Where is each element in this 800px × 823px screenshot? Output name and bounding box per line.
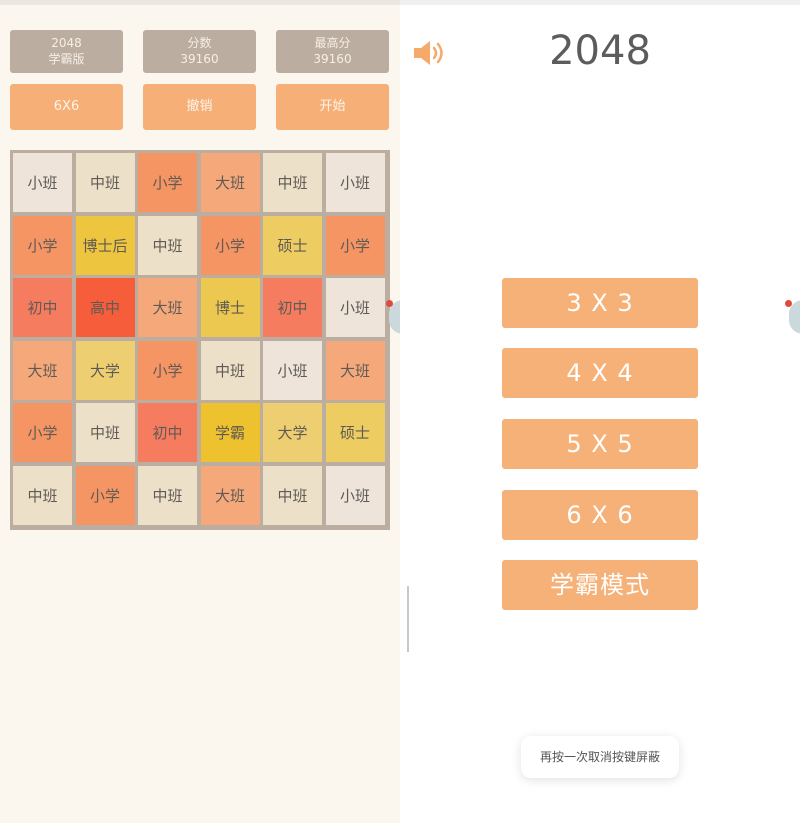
board-tile: 学霸 (200, 403, 260, 462)
board-tile: 小班 (325, 278, 385, 337)
board-tile: 大班 (13, 340, 72, 400)
speaker-icon[interactable] (412, 38, 448, 68)
mode-3x3-button[interactable]: 3 X 3 (502, 278, 698, 328)
game-title-number: 2048 (51, 36, 82, 50)
game-edition: 学霸版 (48, 52, 85, 66)
best-score-value: 39160 (313, 52, 352, 66)
board-tile: 大班 (325, 340, 385, 400)
score-value: 39160 (180, 52, 219, 66)
notification-dot (785, 300, 792, 307)
board-tile: 初中 (263, 278, 322, 337)
game-board[interactable]: 小班 中班 小学 大班 中班 小班 小学 博士后 中班 小学 硕士 小学 初中 高中 大班 博士 初中 小班 大班大… (10, 150, 390, 530)
board-tile: 小班 (325, 153, 385, 212)
mode-6x6-button[interactable]: 6 X 6 (502, 490, 698, 540)
board-tile: 硕士 (325, 403, 385, 462)
board-tile: 小班 (263, 340, 322, 400)
best-score-label: 最高分 (314, 36, 351, 50)
board-tile: 博士 (200, 278, 260, 337)
mode-xueba-button[interactable]: 学霸模式 (502, 560, 698, 610)
board-tile: 中班 (263, 153, 322, 212)
board-tile: 中班 (75, 153, 135, 212)
board-tile: 中班 (200, 340, 260, 400)
mode-4x4-button[interactable]: 4 X 4 (502, 348, 698, 398)
board-tile: 中班 (75, 403, 135, 462)
notification-dot (386, 300, 393, 307)
board-tile: 小学 (13, 403, 72, 462)
board-tile: 高中 (75, 278, 135, 337)
board-tile: 中班 (263, 465, 322, 525)
board-tile: 中班 (138, 215, 197, 275)
mode-5x5-button[interactable]: 5 X 5 (502, 419, 698, 469)
board-tile: 大班 (138, 278, 197, 337)
board-tile: 小班 (13, 153, 72, 212)
board-tile: 中班 (13, 465, 72, 525)
score-box: 分数 39160 (143, 30, 256, 73)
board-tile: 硕士 (263, 215, 322, 275)
status-bar (0, 0, 400, 5)
status-bar (400, 0, 800, 5)
game-title-box: 2048 学霸版 (10, 30, 123, 73)
board-tile: 博士后 (75, 215, 135, 275)
size-button[interactable]: 6X6 (10, 84, 123, 130)
board-tile: 初中 (13, 278, 72, 337)
board-tile: 小学 (138, 153, 197, 212)
board-tile: 大学 (75, 340, 135, 400)
board-tile: 小学 (325, 215, 385, 275)
page-title: 2048 (549, 28, 651, 74)
best-score-box: 最高分 39160 (276, 30, 389, 73)
scrollbar[interactable] (407, 586, 409, 652)
board-tile: 初中 (138, 403, 197, 462)
menu-panel: 2048 3 X 3 4 X 4 5 X 5 6 X 6 学霸模式 再按一次取消… (400, 0, 800, 823)
board-tile: 小学 (75, 465, 135, 525)
board-tile: 大班 (200, 465, 260, 525)
board-tile: 小学 (138, 340, 197, 400)
start-button[interactable]: 开始 (276, 84, 389, 130)
toast-message: 再按一次取消按键屏蔽 (521, 736, 679, 778)
board-tile: 小班 (325, 465, 385, 525)
board-tile: 大班 (200, 153, 260, 212)
game-panel: 2048 学霸版 分数 39160 最高分 39160 6X6 撤销 开始 小班… (0, 0, 403, 823)
board-tile: 中班 (138, 465, 197, 525)
board-tile: 大学 (263, 403, 322, 462)
undo-button[interactable]: 撤销 (143, 84, 256, 130)
board-tile: 小学 (200, 215, 260, 275)
board-tile: 小学 (13, 215, 72, 275)
score-label: 分数 (187, 36, 212, 50)
